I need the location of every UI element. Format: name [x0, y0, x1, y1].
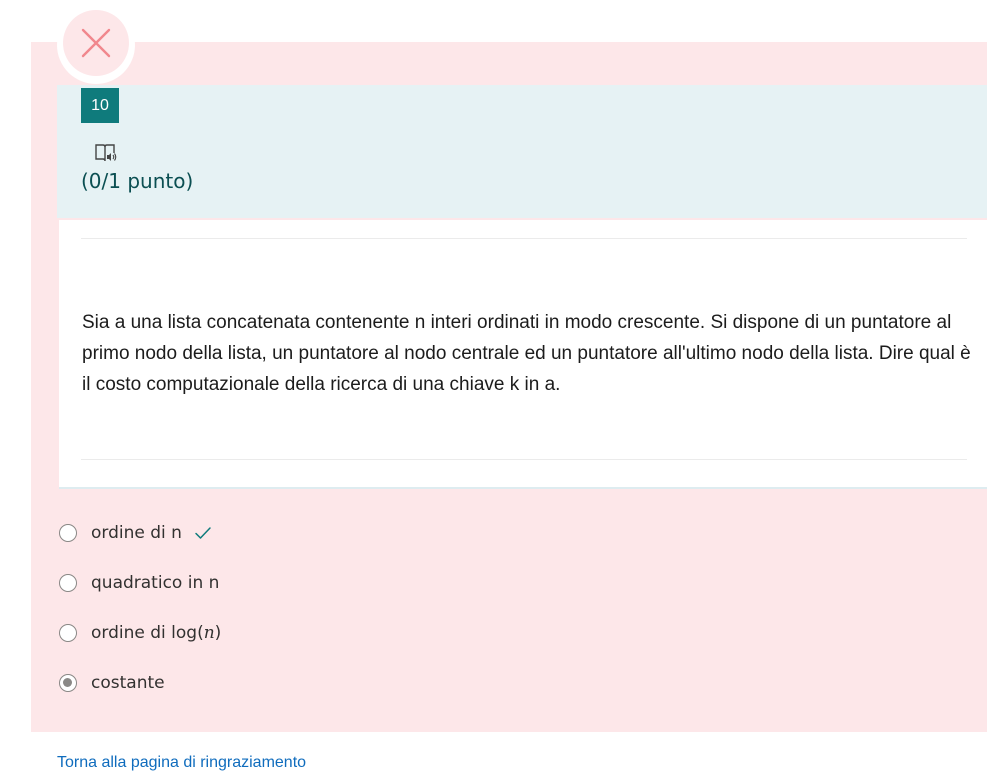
- close-icon: [81, 28, 111, 58]
- question-points: (0/1 punto): [81, 169, 194, 193]
- option-label: costante: [91, 673, 165, 693]
- radio-button[interactable]: [59, 524, 77, 542]
- radio-button-selected[interactable]: [59, 674, 77, 692]
- radio-button[interactable]: [59, 624, 77, 642]
- option-label: quadratico in n: [91, 573, 220, 593]
- radio-button[interactable]: [59, 574, 77, 592]
- top-divider: [81, 238, 967, 239]
- checkmark-icon: [194, 526, 212, 540]
- incorrect-status-badge: [57, 6, 135, 84]
- question-header: 10 (0/1 punto): [57, 85, 987, 218]
- option-ordine-di-n[interactable]: ordine di n: [58, 508, 658, 558]
- option-label: ordine di n: [91, 523, 182, 543]
- immersive-reader-icon[interactable]: [94, 142, 118, 164]
- option-label: ordine di log(n): [91, 623, 221, 643]
- option-costante[interactable]: costante: [58, 658, 658, 708]
- option-label-suffix: ): [214, 623, 222, 643]
- option-label-prefix: ordine di log(: [91, 623, 204, 643]
- question-number: 10: [81, 88, 119, 123]
- question-text: Sia a una lista concatenata contenente n…: [82, 312, 971, 395]
- back-link[interactable]: Torna alla pagina di ringraziamento: [57, 754, 306, 772]
- question-body: Sia a una lista concatenata contenente n…: [59, 220, 987, 489]
- option-quadratico[interactable]: quadratico in n: [58, 558, 658, 608]
- bottom-divider: [81, 459, 967, 460]
- option-ordine-di-log[interactable]: ordine di log(n): [58, 608, 658, 658]
- answer-options: ordine di n quadratico in n ordine di lo…: [58, 508, 658, 708]
- status-inner: [63, 10, 129, 76]
- option-label-math: n: [203, 623, 215, 643]
